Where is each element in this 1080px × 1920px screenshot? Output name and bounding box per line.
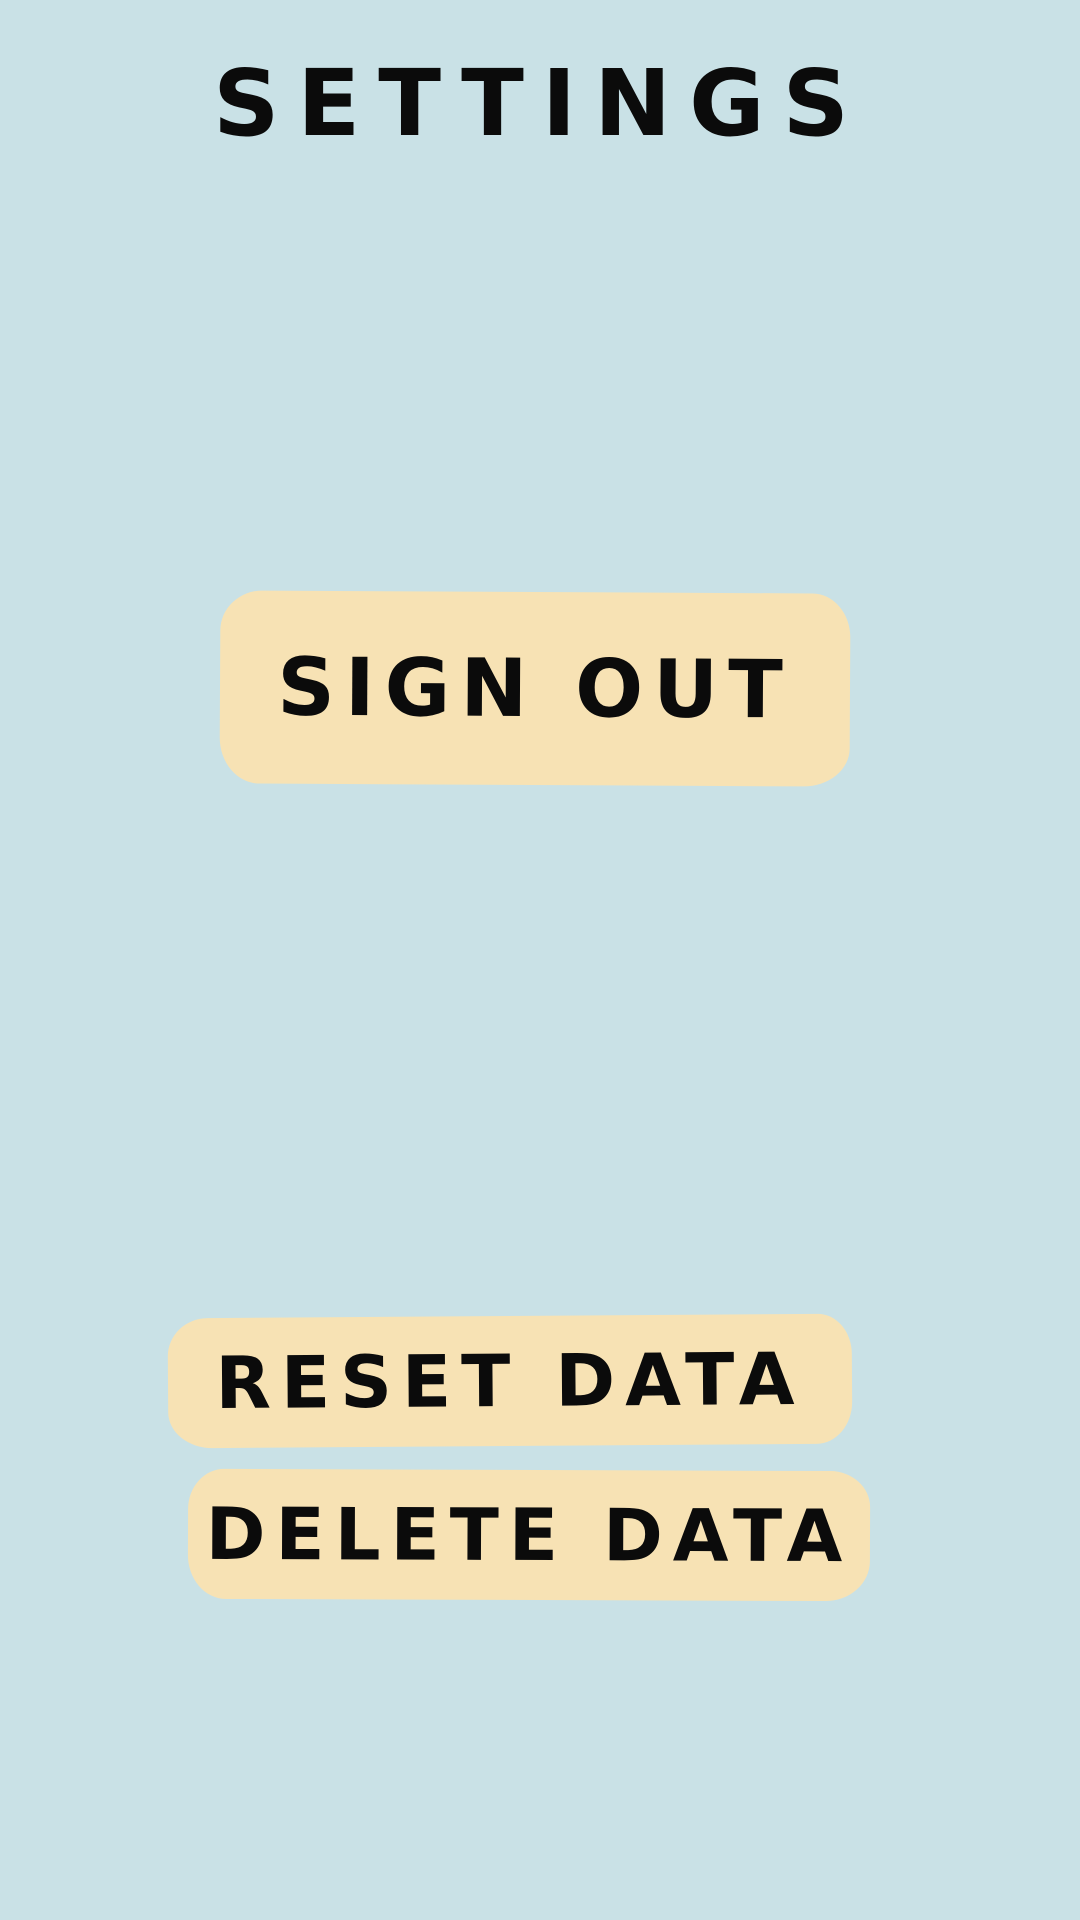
settings-screen: SETTINGS SIGN OUT RESET DATA DELETE DATA	[0, 0, 1080, 1920]
sign-out-label: SIGN OUT	[277, 640, 793, 737]
page-title: SETTINGS	[213, 50, 867, 157]
sign-out-button[interactable]: SIGN OUT	[219, 590, 851, 787]
delete-data-button[interactable]: DELETE DATA	[187, 1468, 871, 1602]
delete-data-label: DELETE DATA	[205, 1491, 853, 1579]
reset-data-button[interactable]: RESET DATA	[167, 1313, 853, 1449]
reset-data-label: RESET DATA	[215, 1336, 805, 1426]
